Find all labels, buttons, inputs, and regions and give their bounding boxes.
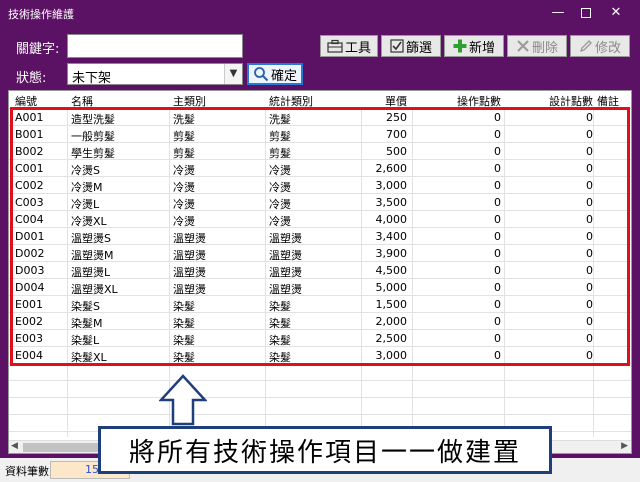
up-arrow-icon — [158, 374, 208, 429]
app-window: 技術操作維護 — ✕ 關鍵字: 狀態: 未下架 ▼ 確定 工具 篩選 新增 刪除… — [0, 0, 640, 482]
maximize-button[interactable] — [572, 1, 600, 25]
scroll-right-icon[interactable]: ▶ — [621, 441, 628, 451]
status-select[interactable]: 未下架 ▼ — [67, 63, 243, 86]
confirm-label: 確定 — [270, 68, 297, 84]
title-bar: 技術操作維護 — ✕ — [0, 0, 640, 26]
chevron-down-icon: ▼ — [224, 64, 242, 84]
toolbox-icon — [327, 39, 343, 53]
edit-button[interactable]: 修改 — [570, 35, 630, 57]
record-count-value: 15 — [85, 463, 99, 476]
delete-label: 刪除 — [531, 40, 558, 56]
scrollbar-thumb[interactable] — [23, 443, 105, 452]
annotation-callout: 將所有技術操作項目一一做建置 — [98, 426, 552, 474]
empty-row — [9, 381, 631, 398]
minimize-button[interactable]: — — [544, 1, 572, 25]
edit-label: 修改 — [594, 40, 621, 56]
maximize-icon — [581, 7, 591, 18]
add-button[interactable]: 新增 — [444, 35, 504, 57]
highlight-box — [10, 107, 630, 366]
magnifier-icon — [253, 66, 269, 82]
x-icon — [516, 39, 530, 53]
keyword-input[interactable] — [67, 34, 243, 58]
tools-button[interactable]: 工具 — [320, 35, 378, 57]
record-count-label: 資料筆數: — [5, 465, 53, 478]
add-label: 新增 — [468, 40, 495, 56]
pencil-icon — [579, 39, 593, 53]
close-button[interactable]: ✕ — [602, 1, 630, 25]
delete-button[interactable]: 刪除 — [507, 35, 567, 57]
status-value: 未下架 — [72, 71, 112, 86]
annotation-text: 將所有技術操作項目一一做建置 — [128, 437, 521, 468]
keyword-label: 關鍵字: — [16, 42, 60, 57]
tools-label: 工具 — [344, 40, 371, 56]
scroll-left-icon[interactable]: ◀ — [11, 441, 18, 451]
minimize-icon: — — [551, 5, 565, 20]
checkbox-icon — [390, 39, 404, 53]
close-icon: ✕ — [610, 5, 622, 20]
plus-icon — [453, 39, 467, 53]
empty-row — [9, 364, 631, 381]
empty-row — [9, 398, 631, 415]
status-label: 狀態: — [16, 71, 47, 86]
window-title: 技術操作維護 — [8, 8, 74, 21]
filter-button[interactable]: 篩選 — [381, 35, 441, 57]
filter-label: 篩選 — [405, 40, 432, 56]
confirm-button[interactable]: 確定 — [247, 63, 303, 85]
